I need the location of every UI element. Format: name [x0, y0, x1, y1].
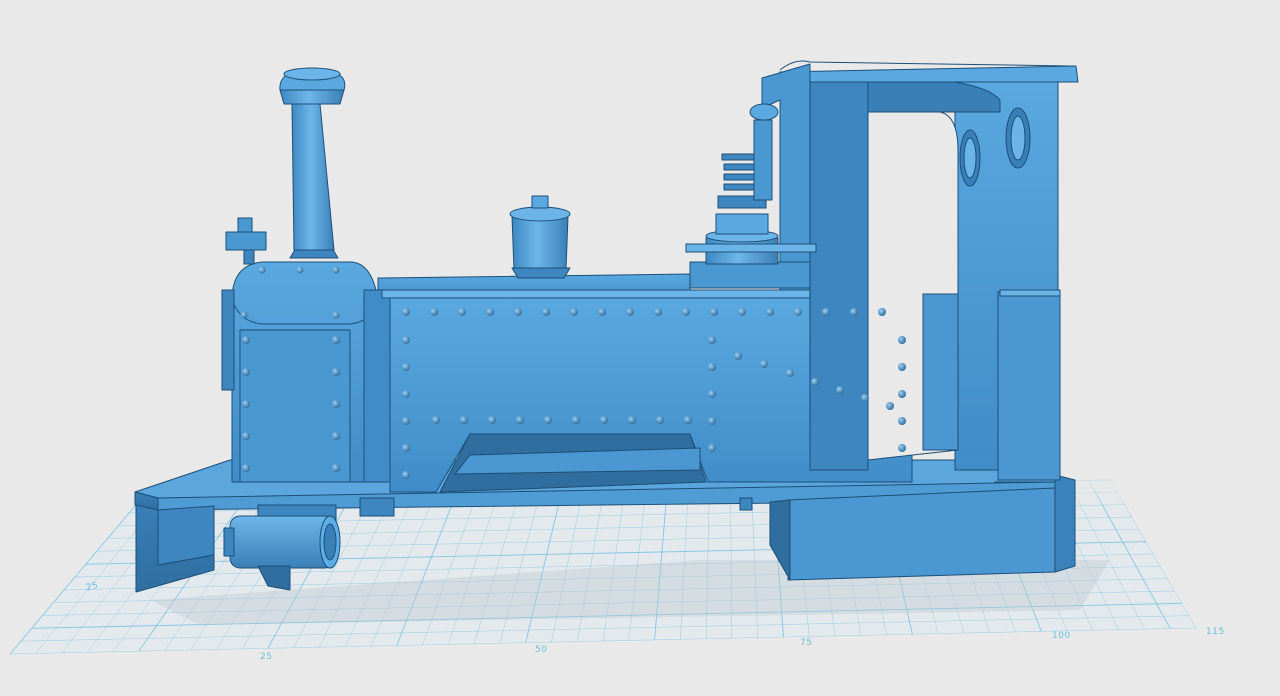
- rivet: [488, 416, 496, 424]
- rivet: [332, 464, 340, 472]
- rear-buffer-beam: [787, 487, 1056, 581]
- rivet: [514, 308, 522, 316]
- rivet: [898, 336, 906, 344]
- cab-front-sheet: [809, 81, 869, 471]
- rivet: [572, 416, 580, 424]
- rivet: [684, 416, 692, 424]
- front-buffer-beam-face: [157, 505, 215, 566]
- rivet: [240, 311, 248, 319]
- rivet: [708, 363, 716, 371]
- rivet: [886, 402, 894, 410]
- rivet: [708, 336, 716, 344]
- axlebox: [739, 497, 753, 511]
- rivet: [402, 417, 410, 425]
- grid-label-75: 75: [800, 638, 813, 648]
- rivet: [836, 386, 844, 394]
- rivet: [402, 444, 410, 452]
- grid-label-25: 25: [260, 652, 273, 662]
- chimney: [279, 67, 346, 259]
- rivet: [628, 416, 636, 424]
- rivet: [878, 308, 886, 316]
- rivet: [898, 390, 906, 398]
- rivet: [242, 464, 250, 472]
- rivet: [786, 369, 794, 377]
- steam-dome: [509, 195, 571, 279]
- rivet: [486, 308, 494, 316]
- axlebox-front: [359, 497, 395, 517]
- rivet: [708, 444, 716, 452]
- rivet: [708, 417, 716, 425]
- rivet: [332, 432, 340, 440]
- model-canvas[interactable]: [0, 0, 1280, 696]
- rivet: [332, 311, 340, 319]
- 3d-viewport[interactable]: 25 25 50 75 100 115: [0, 0, 1280, 696]
- rivet: [544, 416, 552, 424]
- rivet: [710, 308, 718, 316]
- boiler-front-band: [363, 289, 393, 483]
- rivet: [738, 308, 746, 316]
- rivet: [734, 352, 742, 360]
- rivet: [598, 308, 606, 316]
- rivet: [432, 416, 440, 424]
- rivet: [402, 363, 410, 371]
- rivet: [766, 308, 774, 316]
- rivet: [332, 400, 340, 408]
- rivet: [258, 266, 266, 274]
- rivet: [794, 308, 802, 316]
- rivet: [332, 368, 340, 376]
- rivet: [898, 363, 906, 371]
- rivet: [402, 471, 410, 479]
- rivet: [242, 432, 250, 440]
- rivet: [542, 308, 550, 316]
- rivet: [682, 308, 690, 316]
- rivet: [458, 308, 466, 316]
- rivet: [600, 416, 608, 424]
- rivet: [332, 266, 340, 274]
- rivet: [850, 308, 858, 316]
- rivet: [516, 416, 524, 424]
- grid-label-115: 115: [1206, 627, 1225, 637]
- grid-label-100: 100: [1052, 631, 1071, 641]
- rivet: [430, 308, 438, 316]
- rivet: [570, 308, 578, 316]
- rivet: [402, 308, 410, 316]
- rivet: [402, 390, 410, 398]
- rivet: [656, 416, 664, 424]
- rivet: [626, 308, 634, 316]
- rivet: [861, 394, 869, 402]
- rivet: [296, 266, 304, 274]
- rivet: [811, 378, 819, 386]
- rivet: [760, 360, 768, 368]
- rivet: [822, 308, 830, 316]
- rivet: [708, 390, 716, 398]
- rivet: [898, 417, 906, 425]
- rivet: [242, 368, 250, 376]
- rivet: [242, 400, 250, 408]
- rivet: [402, 336, 410, 344]
- rivet: [242, 336, 250, 344]
- rivet: [654, 308, 662, 316]
- grid-label-50: 50: [535, 645, 548, 655]
- rivet: [460, 416, 468, 424]
- rivet: [332, 336, 340, 344]
- rivet: [898, 444, 906, 452]
- rear-buffer-block: [1054, 474, 1076, 573]
